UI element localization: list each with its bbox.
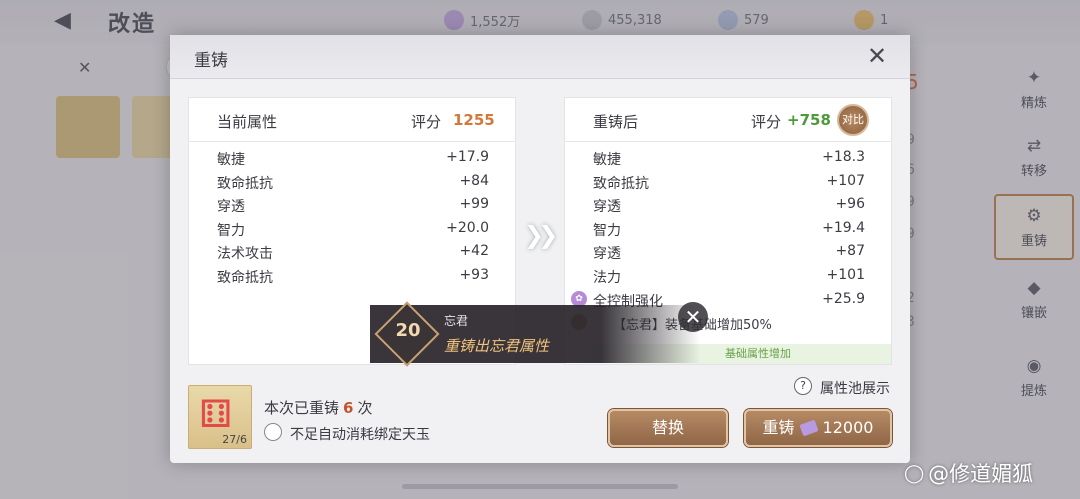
ticket-icon <box>798 419 819 437</box>
attr-row: 法力 +101 <box>593 266 865 286</box>
attr-row: 敏捷 +18.3 <box>593 149 865 168</box>
attr-row: 智力 +19.4 <box>593 219 865 239</box>
dice-count: 27/6 <box>222 433 247 446</box>
score-value: +758 <box>787 111 831 129</box>
close-icon[interactable]: ✕ <box>678 302 708 332</box>
replace-button[interactable]: 替换 <box>608 409 728 447</box>
dialog-title: 重铸 <box>194 51 228 71</box>
panel-title: 重铸后 <box>593 113 639 131</box>
home-indicator[interactable] <box>402 484 678 489</box>
panel-header: 当前属性 评分 1255 <box>189 98 515 142</box>
close-icon[interactable]: ✕ <box>864 43 890 69</box>
weibo-icon: ◯ <box>904 462 925 484</box>
attr-row: 智力 +20.0 <box>217 219 489 239</box>
attr-row: 致命抵抗 +107 <box>593 172 865 192</box>
score-value: 1255 <box>453 111 495 129</box>
attr-row: 致命抵抗 +84 <box>217 172 489 192</box>
attr-row: 穿透 +96 <box>593 196 865 216</box>
dice-icon: ⚅ <box>199 392 233 436</box>
double-chevron-right-icon: ❯❯ <box>524 221 558 249</box>
attr-row: 穿透 +87 <box>593 243 865 263</box>
score-label: 评分 <box>751 113 782 131</box>
help-icon[interactable]: ? <box>794 377 812 395</box>
dialog-header: 重铸 ✕ <box>170 35 910 79</box>
panel-title: 当前属性 <box>217 113 278 131</box>
banner-desc: 重铸出忘君属性 <box>444 337 550 355</box>
wangjun-banner: 20 忘君 重铸出忘君属性 <box>370 301 700 367</box>
compare-button[interactable]: 对比 <box>837 104 869 136</box>
dice-item[interactable]: ⚅ 27/6 <box>188 385 252 449</box>
watermark: ◯ @修道媚狐 <box>904 462 1034 486</box>
attr-list: 敏捷 +17.9 致命抵抗 +84 穿透 +99 智力 +20.0 法术攻击 +42 致命… <box>189 146 515 288</box>
attr-row: 穿透 +99 <box>217 196 489 216</box>
auto-consume-label: 不足自动消耗绑定天玉 <box>290 427 430 443</box>
recast-count: 本次已重铸 6 次 <box>264 399 373 417</box>
banner-name: 忘君 <box>444 314 469 328</box>
recast-dialog: 重铸 ✕ 当前属性 评分 1255 敏捷 +17.9 致命抵抗 +84 穿透 +99 … <box>170 35 910 463</box>
attr-row: 致命抵抗 +93 <box>217 266 489 286</box>
banner-level: 20 <box>395 320 421 341</box>
score-label: 评分 <box>411 113 442 131</box>
attr-row: 法术攻击 +42 <box>217 243 489 263</box>
attr-pool-link[interactable]: 属性池展示 <box>820 378 890 398</box>
attr-row: 敏捷 +17.9 <box>217 149 489 168</box>
auto-consume-checkbox[interactable] <box>264 423 282 441</box>
recast-button[interactable]: 重铸 12000 <box>744 409 892 447</box>
panel-header: 重铸后 评分 +758 对比 <box>565 98 891 142</box>
